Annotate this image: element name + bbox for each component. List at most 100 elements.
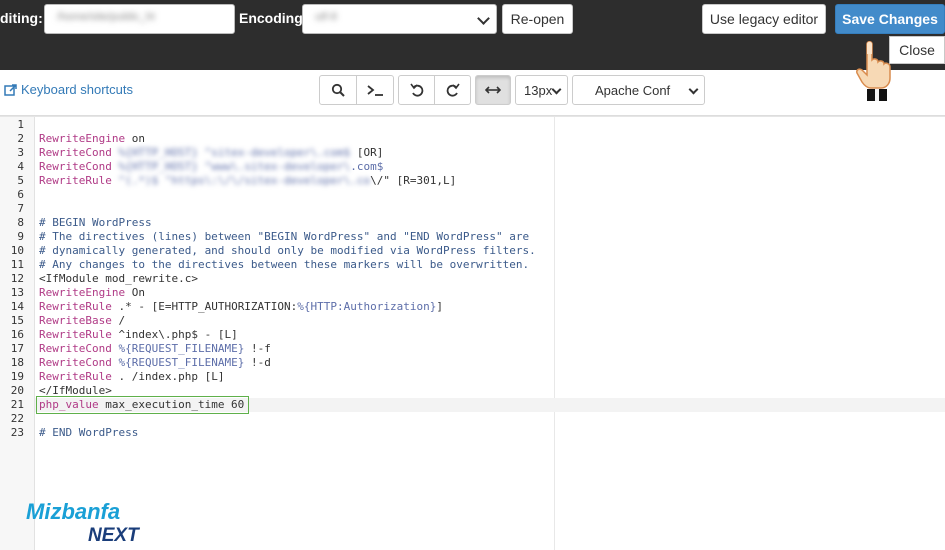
code-line[interactable]: # dynamically generated, and should only…: [39, 244, 536, 258]
reopen-button[interactable]: Re-open: [502, 4, 573, 34]
code-line[interactable]: # Any changes to the directives between …: [39, 258, 529, 272]
code-text: max_execution_time 60: [98, 398, 245, 411]
search-icon: [331, 83, 345, 97]
code-text: %{HTTP:Authorization}: [297, 300, 437, 313]
code-line[interactable]: # END WordPress: [39, 426, 138, 440]
file-path-field[interactable]: /home/site/public_ht: [44, 4, 235, 34]
code-line[interactable]: RewriteCond %{REQUEST_FILENAME} !-f: [39, 342, 271, 356]
svg-text:Mizbanfa: Mizbanfa: [26, 499, 120, 524]
code-line[interactable]: RewriteRule .* - [E=HTTP_AUTHORIZATION:%…: [39, 300, 443, 314]
line-number: 9: [17, 230, 24, 243]
external-link-icon: [4, 83, 17, 96]
pointer-hand-icon: [856, 41, 891, 101]
code-keyword: RewriteCond: [39, 356, 112, 369]
code-redacted: %{HTTP_HOST} ^sitex-developer\.com$: [118, 146, 351, 159]
code-line[interactable]: <IfModule mod_rewrite.c>: [39, 272, 198, 286]
code-line[interactable]: RewriteRule ^index\.php$ - [L]: [39, 328, 238, 342]
svg-text:NEXT: NEXT: [88, 525, 140, 546]
code-line[interactable]: RewriteEngine On: [39, 286, 145, 300]
line-number: 5: [17, 174, 24, 187]
code-text: /: [111, 314, 126, 327]
line-number: 19: [10, 370, 24, 383]
code-line[interactable]: RewriteCond %{REQUEST_FILENAME} !-d: [39, 356, 271, 370]
code-text: on: [125, 132, 145, 145]
code-text: [OR]: [350, 146, 384, 159]
code-text: \/" [R=301,L]: [370, 174, 457, 187]
code-text: %{REQUEST_FILENAME}: [118, 356, 245, 369]
code-comment: # END WordPress: [39, 426, 139, 439]
line-number: 2: [17, 132, 24, 145]
code-line[interactable]: RewriteRule . /index.php [L]: [39, 370, 224, 384]
code-text: . /index.php [L]: [111, 370, 225, 383]
line-number: 16: [10, 328, 24, 341]
code-text: ^index\.php$ - [L]: [111, 328, 238, 341]
code-line[interactable]: # The directives (lines) between "BEGIN …: [39, 230, 529, 244]
code-keyword: RewriteRule: [39, 370, 112, 383]
code-line[interactable]: RewriteRule ^(.*)$ "https\:\/\/sitex-dev…: [39, 174, 456, 188]
line-number: 18: [10, 356, 24, 369]
chevron-down-icon: [477, 12, 490, 25]
line-number: 21: [10, 398, 24, 411]
keyboard-shortcuts-link[interactable]: Keyboard shortcuts: [4, 82, 133, 97]
code-line[interactable]: RewriteBase /: [39, 314, 125, 328]
chevron-down-icon: [688, 84, 699, 95]
search-button[interactable]: [319, 75, 357, 105]
code-keyword: RewriteCond: [39, 146, 112, 159]
code-line[interactable]: RewriteCond %{HTTP_HOST} ^sitex-develope…: [39, 146, 383, 160]
code-keyword: RewriteRule: [39, 328, 112, 341]
editor-toolbar: Keyboard shortcuts 13px Apache Conf: [0, 70, 945, 116]
code-line[interactable]: RewriteCond %{HTTP_HOST} ^www\.sitex-dev…: [39, 160, 383, 174]
file-path-value: /home/site/public_ht: [57, 11, 155, 23]
font-size-value: 13px: [524, 82, 553, 98]
code-text: .* - [E=HTTP_AUTHORIZATION:: [111, 300, 298, 313]
code-line[interactable]: php_value max_execution_time 60: [39, 398, 244, 412]
code-keyword: RewriteRule: [39, 300, 112, 313]
code-keyword: RewriteBase: [39, 314, 112, 327]
encoding-select[interactable]: utf-8: [302, 4, 497, 34]
mode-select[interactable]: Apache Conf: [572, 75, 705, 105]
editing-label: diting:: [0, 10, 43, 26]
code-text: On: [125, 286, 145, 299]
save-changes-button[interactable]: Save Changes: [835, 4, 945, 34]
code-line[interactable]: RewriteEngine on: [39, 132, 145, 146]
line-number: 13: [10, 286, 24, 299]
code-text: !-f: [244, 342, 271, 355]
line-number: 20: [10, 384, 24, 397]
line-number: 7: [17, 202, 24, 215]
line-number: 23: [10, 426, 24, 439]
code-text: <IfModule mod_rewrite.c>: [39, 272, 198, 285]
code-keyword: php_value: [39, 398, 99, 411]
code-text: .com$: [350, 160, 384, 173]
code-comment: # Any changes to the directives between …: [39, 258, 530, 271]
redo-button[interactable]: [434, 75, 471, 105]
line-number: 22: [10, 412, 24, 425]
code-editor[interactable]: 1 2 RewriteEngine on 3 RewriteCond %{HTTP_HO…: [0, 116, 945, 550]
mode-value: Apache Conf: [595, 82, 671, 98]
line-number: 11: [10, 258, 24, 271]
goto-line-button[interactable]: [356, 75, 394, 105]
wrap-toggle-button[interactable]: [475, 75, 511, 105]
keyboard-shortcuts-label: Keyboard shortcuts: [21, 82, 134, 97]
code-keyword: RewriteCond: [39, 342, 112, 355]
code-line[interactable]: # BEGIN WordPress: [39, 216, 152, 230]
line-number: 17: [10, 342, 24, 355]
font-size-select[interactable]: 13px: [515, 75, 568, 105]
terminal-icon: [367, 85, 383, 96]
horizontal-arrows-icon: [485, 86, 501, 94]
code-text: %{REQUEST_FILENAME}: [118, 342, 245, 355]
legacy-editor-button[interactable]: Use legacy editor: [702, 4, 826, 34]
encoding-label: Encoding:: [239, 10, 308, 26]
line-number: 10: [10, 244, 24, 257]
line-number: 1: [17, 118, 24, 131]
code-keyword: RewriteEngine: [39, 132, 126, 145]
line-number: 3: [17, 146, 24, 159]
code-text: ]: [436, 300, 443, 313]
undo-button[interactable]: [398, 75, 435, 105]
close-button[interactable]: Close: [889, 36, 945, 64]
line-number: 6: [17, 188, 24, 201]
code-keyword: RewriteEngine: [39, 286, 126, 299]
line-number: 12: [10, 272, 24, 285]
undo-icon: [409, 83, 423, 97]
code-comment: # BEGIN WordPress: [39, 216, 152, 229]
code-keyword: RewriteCond: [39, 160, 112, 173]
